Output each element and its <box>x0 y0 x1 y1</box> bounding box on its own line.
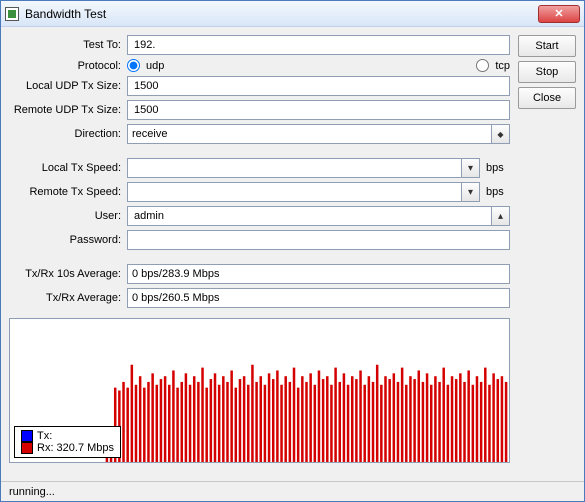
direction-value: receive <box>132 128 491 140</box>
bps-suffix: bps <box>480 162 510 174</box>
label-local-udp-tx-size: Local UDP Tx Size: <box>9 80 127 92</box>
status-bar: running... <box>1 481 584 501</box>
app-icon <box>5 7 19 21</box>
window: Bandwidth Test ✕ Test To: Protocol: udp … <box>0 0 585 502</box>
remote-tx-speed-field[interactable] <box>127 182 480 202</box>
label-user: User: <box>9 210 127 222</box>
side-column: Start Stop Close <box>518 35 576 473</box>
start-button[interactable]: Start <box>518 35 576 57</box>
dropdown-icon <box>468 162 473 174</box>
user-field[interactable] <box>127 206 510 226</box>
txrx-10s-avg-value: 0 bps/283.9 Mbps <box>127 264 510 284</box>
chart-legend: Tx: Rx: 320.7 Mbps <box>14 426 121 458</box>
test-to-input[interactable] <box>132 38 505 52</box>
bandwidth-chart: Tx: Rx: 320.7 Mbps <box>9 318 510 463</box>
label-remote-tx-speed: Remote Tx Speed: <box>9 186 127 198</box>
label-password: Password: <box>9 234 127 246</box>
label-local-tx-speed: Local Tx Speed: <box>9 162 127 174</box>
local-tx-speed-dropdown-button[interactable] <box>461 159 479 177</box>
label-protocol: Protocol: <box>9 60 127 72</box>
close-button[interactable]: Close <box>518 87 576 109</box>
tx-swatch <box>21 430 33 442</box>
window-body: Test To: Protocol: udp tcp Local UDP Tx … <box>1 27 584 481</box>
status-text: running... <box>9 486 55 498</box>
remote-udp-tx-size-field[interactable] <box>127 100 510 120</box>
protocol-group: udp tcp <box>127 59 510 72</box>
titlebar: Bandwidth Test ✕ <box>1 1 584 27</box>
remote-udp-tx-size-input[interactable] <box>132 103 505 117</box>
test-to-field[interactable] <box>127 35 510 55</box>
dropup-icon <box>498 210 503 222</box>
rx-swatch <box>21 442 33 454</box>
radio-tcp-label: tcp <box>495 60 510 72</box>
radio-udp[interactable] <box>127 59 140 72</box>
user-dropdown-button[interactable] <box>491 207 509 225</box>
close-icon: ✕ <box>554 7 563 20</box>
stop-button[interactable]: Stop <box>518 61 576 83</box>
radio-tcp[interactable] <box>476 59 489 72</box>
local-udp-tx-size-input[interactable] <box>132 79 505 93</box>
remote-tx-speed-dropdown-button[interactable] <box>461 183 479 201</box>
direction-dropdown-button[interactable] <box>491 125 509 143</box>
label-test-to: Test To: <box>9 39 127 51</box>
radio-udp-label: udp <box>146 60 164 72</box>
direction-dropdown[interactable]: receive <box>127 124 510 144</box>
bps-suffix: bps <box>480 186 510 198</box>
window-title: Bandwidth Test <box>25 7 538 21</box>
label-txrx-avg: Tx/Rx Average: <box>9 292 127 304</box>
password-field[interactable] <box>127 230 510 250</box>
legend-rx-label: Rx: 320.7 Mbps <box>37 442 114 454</box>
label-remote-udp-tx-size: Remote UDP Tx Size: <box>9 104 127 116</box>
legend-tx-label: Tx: <box>37 430 52 442</box>
local-udp-tx-size-field[interactable] <box>127 76 510 96</box>
label-txrx-10s-avg: Tx/Rx 10s Average: <box>9 268 127 280</box>
dropdown-icon <box>468 186 473 198</box>
password-input[interactable] <box>132 233 505 247</box>
dropdown-icon <box>497 128 503 140</box>
txrx-avg-value: 0 bps/260.5 Mbps <box>127 288 510 308</box>
label-direction: Direction: <box>9 128 127 140</box>
local-tx-speed-field[interactable] <box>127 158 480 178</box>
window-close-button[interactable]: ✕ <box>538 5 580 23</box>
user-input[interactable] <box>132 209 491 223</box>
main-column: Test To: Protocol: udp tcp Local UDP Tx … <box>9 35 510 473</box>
